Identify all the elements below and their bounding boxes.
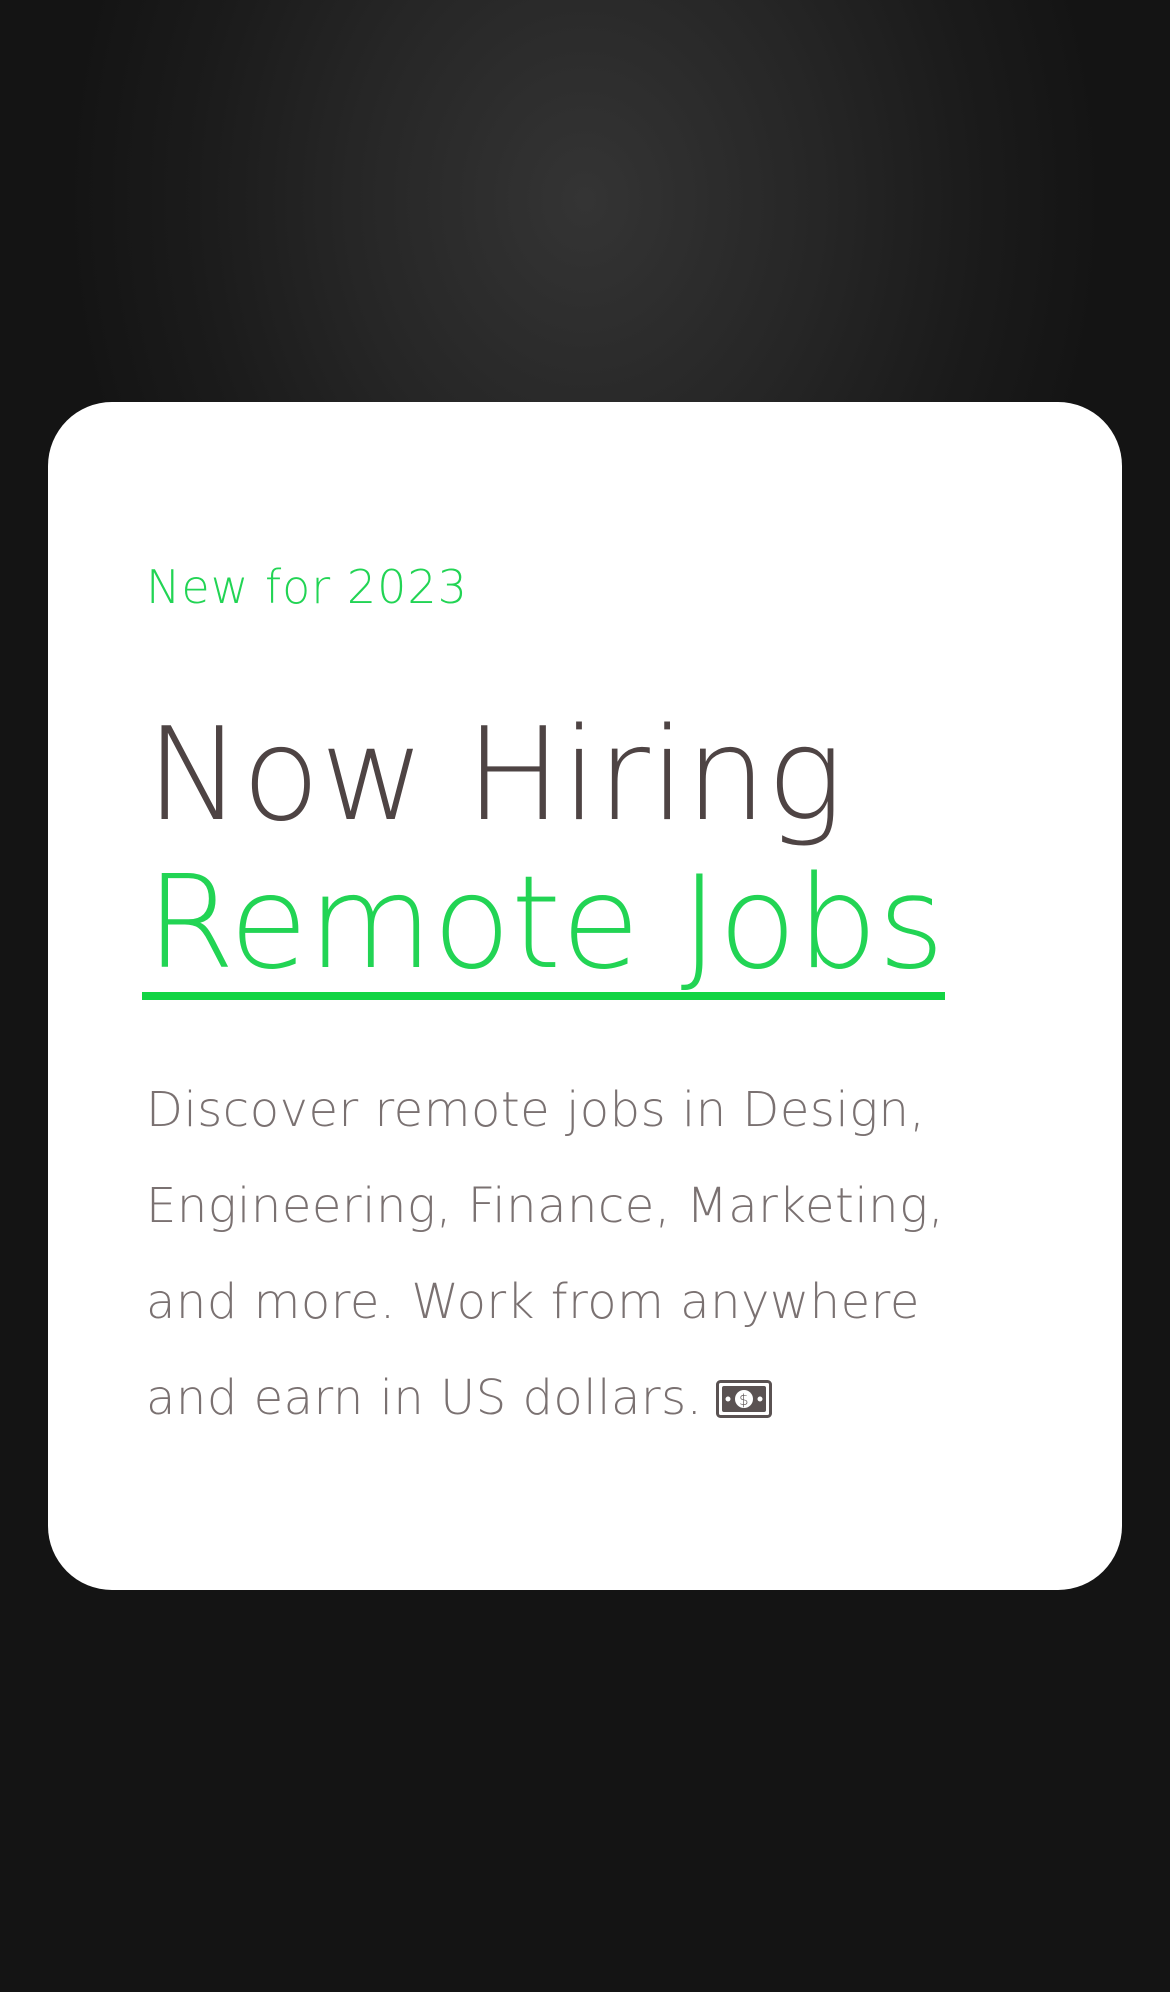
hiring-card: New for 2023 Now Hiring Remote Jobs Disc… [48,402,1122,1590]
eyebrow-label: New for 2023 [146,560,468,614]
description-text: Discover remote jobs in Design, Engineer… [146,1082,945,1426]
svg-text:$: $ [739,1391,749,1409]
dollar-banknote-icon: $ [716,1354,773,1450]
headline: Now Hiring Remote Jobs [142,701,945,1000]
description: Discover remote jobs in Design, Engineer… [146,1062,1026,1450]
headline-remote-jobs-link[interactable]: Remote Jobs [142,850,945,1000]
headline-line-1: Now Hiring [146,701,844,850]
